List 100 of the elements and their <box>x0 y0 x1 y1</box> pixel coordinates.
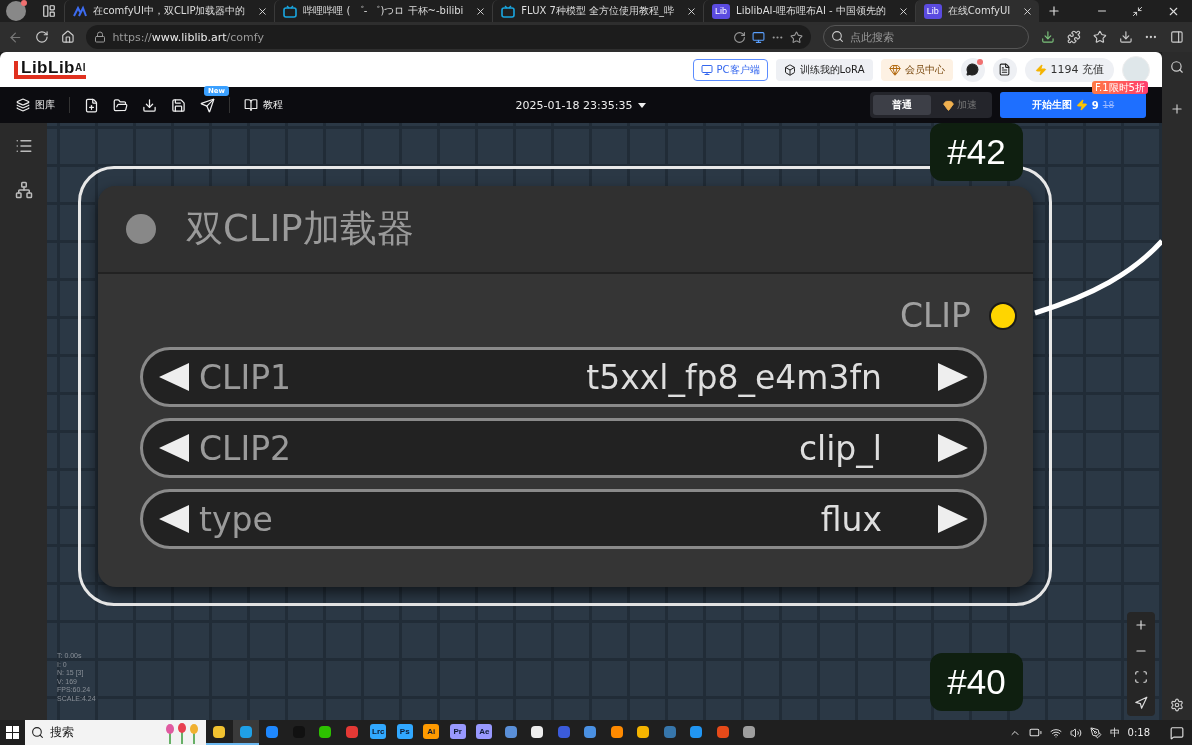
files-button[interactable] <box>992 57 1017 82</box>
add-icon[interactable] <box>1170 102 1184 116</box>
new-tab-icon[interactable] <box>1047 4 1062 18</box>
search-field[interactable]: 点此搜索 <box>823 25 1030 49</box>
list-icon[interactable] <box>14 137 33 155</box>
search-placeholder: 搜索 <box>50 724 75 741</box>
right-arrow-icon[interactable] <box>938 434 968 462</box>
cube-icon <box>783 63 796 76</box>
app-logo: Lrc <box>370 724 387 739</box>
diamond-icon <box>943 99 954 111</box>
left-arrow-icon[interactable] <box>159 505 189 533</box>
close-icon[interactable] <box>475 5 487 17</box>
search-icon <box>831 30 845 43</box>
wifi-icon[interactable] <box>1049 726 1062 739</box>
input-method[interactable]: 中 <box>1109 725 1120 740</box>
left-arrow-icon[interactable] <box>159 434 189 462</box>
combo-widget[interactable]: CLIP2 clip_l <box>140 418 987 478</box>
mode-option[interactable]: 加速 <box>931 95 989 115</box>
node-id-badge: #40 <box>930 653 1023 711</box>
clock[interactable]: 0:18 <box>1127 727 1150 738</box>
file-icon <box>998 63 1011 76</box>
reload-icon[interactable] <box>34 30 49 44</box>
diamond-icon <box>888 63 901 76</box>
fit-view-icon[interactable] <box>1134 670 1148 684</box>
taskbar-app[interactable]: Ae <box>471 720 498 745</box>
client-button[interactable]: PC客户端 <box>692 58 768 81</box>
screen-icon[interactable] <box>752 30 766 44</box>
pen-icon[interactable] <box>1089 726 1102 739</box>
open-folder-icon[interactable] <box>113 97 128 113</box>
output-label: CLIP <box>899 296 971 335</box>
sidebar-icon[interactable] <box>1170 30 1184 44</box>
app-logo: Lib <box>923 3 942 19</box>
combo-widget[interactable]: type flux <box>140 489 987 549</box>
settings-icon[interactable] <box>1170 698 1184 712</box>
taskbar-app[interactable]: Ai <box>418 720 445 745</box>
site-logo[interactable]: LibLibAI <box>14 60 86 79</box>
extensions-icon[interactable] <box>1066 30 1081 44</box>
book-icon <box>244 98 258 112</box>
taskbar-app[interactable]: Pr <box>444 720 471 745</box>
left-arrow-icon[interactable] <box>159 363 189 391</box>
messages-button[interactable] <box>960 57 985 82</box>
close-icon[interactable] <box>257 5 269 17</box>
taskbar-app[interactable]: Ps <box>391 720 418 745</box>
recharge-button[interactable]: 1194 充值 <box>1024 57 1114 82</box>
tv-icon <box>283 4 298 18</box>
tutorial-button[interactable]: 教程 <box>244 98 283 112</box>
taskbar-app[interactable] <box>232 720 259 745</box>
vip-button[interactable]: 会员中心 <box>880 58 953 81</box>
address-field[interactable]: https://www.liblib.art/comfy <box>86 25 812 49</box>
promo-badge: F.1限时5折 <box>1091 81 1148 94</box>
battery-icon[interactable] <box>1028 726 1042 739</box>
refresh-icon[interactable] <box>733 30 747 44</box>
mode-option[interactable]: 普通 <box>873 95 931 115</box>
node-card[interactable]: 双CLIP加载器 CLIP CLIP1 t5xxl_fp8_e4m3fn CLIP2 clip_l type flux <box>98 186 1033 587</box>
collapse-dot[interactable] <box>126 214 156 244</box>
tree-icon[interactable] <box>14 181 33 199</box>
gallery-button[interactable]: 图库 <box>16 98 55 112</box>
lightning-icon <box>1034 63 1047 76</box>
monitor-icon <box>700 63 713 76</box>
downloads-icon[interactable] <box>1118 30 1133 44</box>
paper-plane-icon <box>200 97 215 113</box>
tv-icon <box>501 4 516 18</box>
combo-widget[interactable]: CLIP1 t5xxl_fp8_e4m3fn <box>140 347 987 407</box>
app-logo: Lib <box>712 3 731 19</box>
new-file-icon[interactable] <box>84 97 99 113</box>
tulips-icon <box>164 721 200 744</box>
browser-tab[interactable]: Lib 在线ComfyUI <box>914 0 1040 22</box>
right-arrow-icon[interactable] <box>938 363 968 391</box>
save-icon[interactable] <box>171 97 186 113</box>
app-logo: Ai <box>423 724 440 739</box>
download-icon[interactable] <box>142 97 157 113</box>
close-icon[interactable] <box>686 5 698 17</box>
right-arrow-icon[interactable] <box>938 505 968 533</box>
app-logo: Ae <box>476 724 493 739</box>
taskbar-search-field[interactable]: 搜索 <box>25 720 206 745</box>
generate-button[interactable]: 开始生图 9 18 <box>1000 92 1146 118</box>
navigate-icon[interactable] <box>1134 696 1148 710</box>
taskbar-app[interactable]: Lrc <box>365 720 392 745</box>
favorites-icon[interactable] <box>1092 30 1107 44</box>
user-avatar[interactable] <box>1122 55 1150 84</box>
star-icon[interactable] <box>790 30 804 44</box>
app-logo: Ps <box>396 724 413 739</box>
profile-avatar[interactable] <box>6 1 26 21</box>
datetime-dropdown[interactable]: 2025-01-18 23:35:35 <box>509 97 653 113</box>
tab-actions-icon[interactable] <box>42 4 56 18</box>
lightning-icon <box>1075 99 1088 111</box>
zoom-in-icon[interactable] <box>1134 618 1148 632</box>
close-icon[interactable] <box>897 5 909 17</box>
volume-icon[interactable] <box>1069 726 1082 739</box>
output-socket[interactable] <box>989 301 1017 330</box>
lora-button[interactable]: 训练我的LoRA <box>775 58 873 81</box>
restore-icon[interactable] <box>1132 5 1143 17</box>
chat-icon <box>966 63 979 76</box>
notifications-icon[interactable] <box>1170 725 1184 740</box>
search-icon[interactable] <box>1170 60 1184 74</box>
lock-icon <box>94 31 107 43</box>
search-icon <box>31 726 44 739</box>
home-icon[interactable] <box>60 30 75 44</box>
close-icon[interactable] <box>1022 5 1034 17</box>
node-title: 双CLIP加载器 <box>186 206 414 252</box>
